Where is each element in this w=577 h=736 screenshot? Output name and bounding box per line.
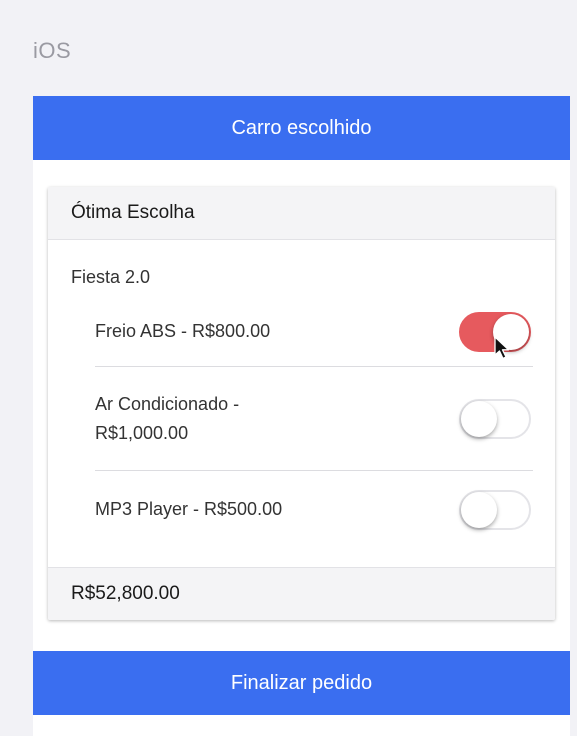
toggle-knob <box>461 400 497 437</box>
car-name: Fiesta 2.0 <box>71 267 151 287</box>
finish-order-button[interactable]: Finalizar pedido <box>33 651 570 715</box>
nav-bar: Carro escolhido <box>33 96 570 160</box>
options-list: Freio ABS - R$800.00 Ar Condicionado - R… <box>95 297 533 548</box>
ac-toggle[interactable] <box>459 398 531 439</box>
card-header: Ótima Escolha <box>48 187 555 240</box>
option-item-abs: Freio ABS - R$800.00 <box>95 297 533 367</box>
option-label: Freio ABS - R$800.00 <box>95 321 271 341</box>
toggle-knob <box>461 491 497 528</box>
card-footer: R$52,800.00 <box>48 567 555 620</box>
finish-button-label: Finalizar pedido <box>230 671 373 694</box>
platform-label: iOS <box>33 38 72 63</box>
option-label: MP3 Player - R$500.00 <box>95 499 283 519</box>
card-header-title: Ótima Escolha <box>71 202 195 223</box>
mp3-toggle[interactable] <box>459 489 531 530</box>
nav-title: Carro escolhido <box>231 116 372 139</box>
summary-card: Ótima Escolha Fiesta 2.0 Freio ABS - R$8… <box>48 187 555 620</box>
option-item-mp3: MP3 Player - R$500.00 <box>95 471 533 548</box>
mouse-cursor-icon <box>494 336 510 360</box>
total-price: R$52,800.00 <box>71 583 180 604</box>
app-screen: Carro escolhido Ótima Escolha Fiesta 2.0… <box>33 96 570 736</box>
option-item-ac: Ar Condicionado - R$1,000.00 <box>95 367 533 471</box>
option-label: Ar Condicionado - R$1,000.00 <box>95 393 240 443</box>
